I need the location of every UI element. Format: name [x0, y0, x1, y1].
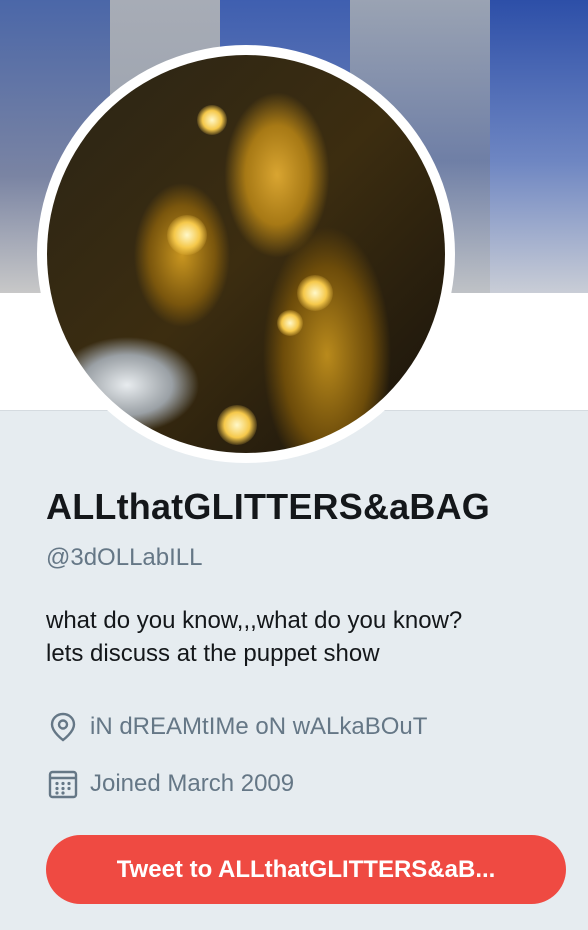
tweet-to-button[interactable]: Tweet to ALLthatGLITTERS&aB...: [46, 835, 566, 904]
bio-line: lets discuss at the puppet show: [46, 640, 380, 667]
profile-bio: what do you know,,,what do you know? let…: [46, 604, 566, 670]
profile-location: iN dREAMtIMe oN wALkaBOuT: [46, 710, 427, 744]
bio-line: what do you know,,,what do you know?: [46, 607, 463, 634]
joined-text: Joined March 2009: [90, 770, 295, 797]
profile-joined: Joined March 2009: [46, 767, 294, 801]
location-text: iN dREAMtIMe oN wALkaBOuT: [90, 713, 428, 740]
profile-name[interactable]: ALLthatGLITTERS&aBAG: [46, 486, 490, 528]
location-pin-icon: [46, 710, 80, 744]
avatar-image: [47, 55, 445, 453]
tweet-to-label: Tweet to ALLthatGLITTERS&aB...: [116, 855, 496, 883]
avatar[interactable]: [37, 45, 455, 463]
profile-handle[interactable]: @3dOLLabILL: [46, 544, 202, 572]
calendar-icon: [46, 767, 80, 801]
